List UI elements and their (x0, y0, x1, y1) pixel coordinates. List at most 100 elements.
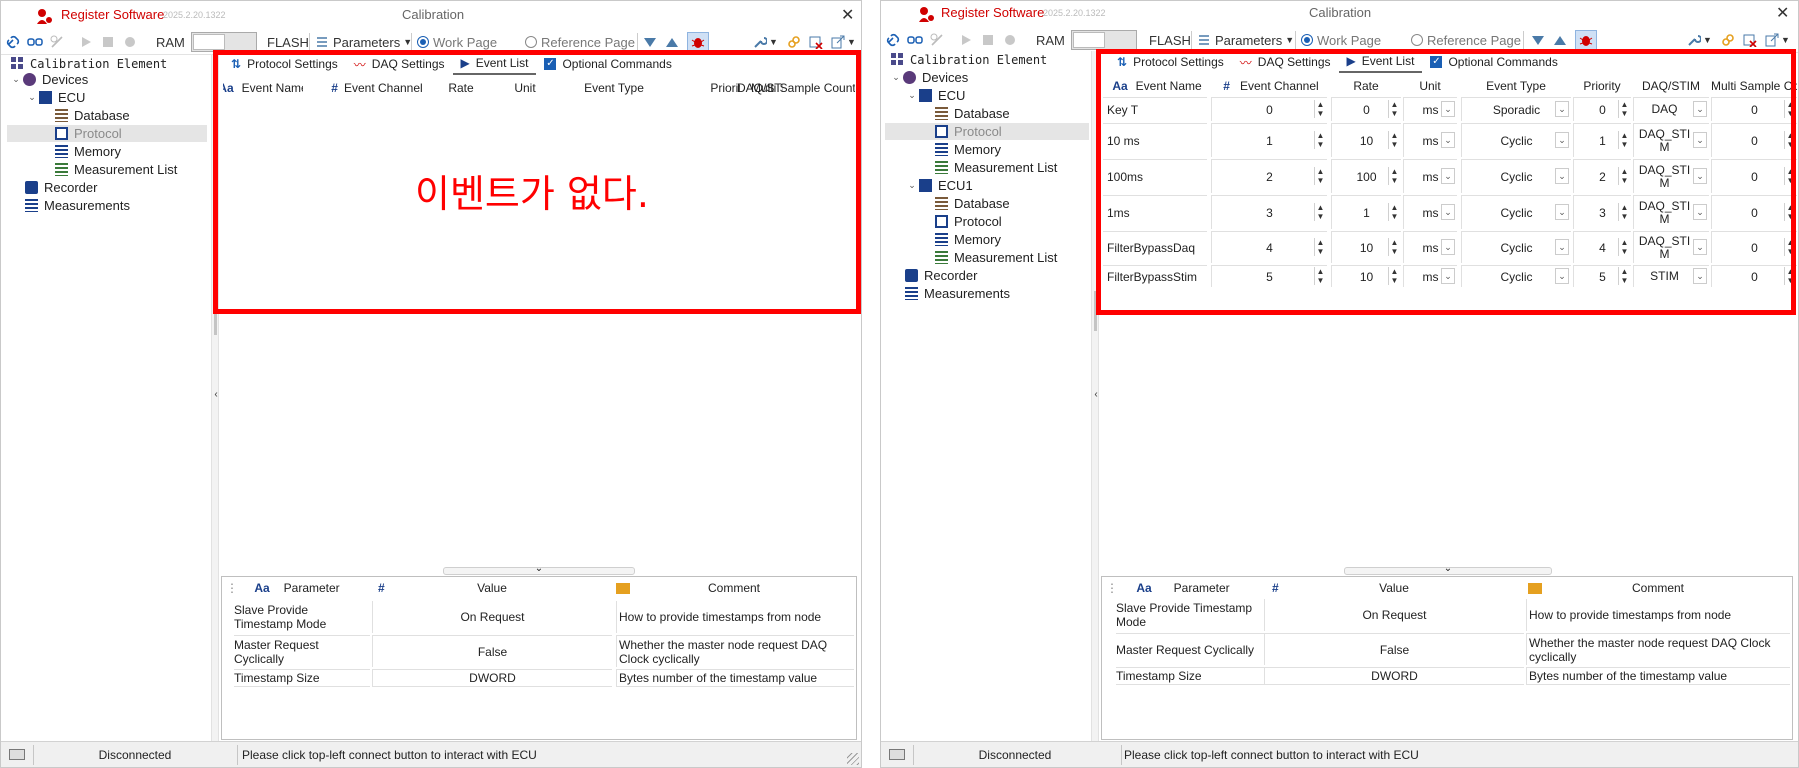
chevron-left-icon[interactable]: ‹ (212, 389, 220, 400)
dropdown-unit-icon[interactable]: ⌄ (1441, 204, 1455, 220)
tab-protocol-settings[interactable]: ⇅ Protocol Settings (223, 53, 346, 75)
panel-splitter[interactable]: ⌄ (1344, 563, 1552, 575)
resize-grip-icon[interactable] (847, 753, 859, 765)
dropdown-daq-stim-icon[interactable]: ⌄ (1693, 168, 1707, 184)
dropdown-unit-icon[interactable]: ⌄ (1441, 168, 1455, 184)
tree-item-devices[interactable]: ⌄ Devices (11, 71, 88, 88)
tree-item-recorder[interactable]: Recorder (25, 179, 97, 196)
col-header-priority[interactable]: Priority (1573, 75, 1631, 97)
panel-splitter[interactable]: ⌄ (443, 563, 635, 575)
col-header-multi-sample[interactable]: Multi Sample Count (751, 77, 855, 99)
param-value-cell[interactable]: DWORD (372, 669, 612, 687)
chevron-down-icon[interactable]: ⌄ (891, 72, 901, 83)
dropdown-daq-stim-icon[interactable]: ⌄ (1693, 132, 1707, 148)
tab-daq-settings[interactable]: 〰 DAQ Settings (346, 53, 453, 75)
tree-item-measurements[interactable]: Measurements (25, 197, 130, 214)
tree-item-database[interactable]: Database (55, 107, 130, 124)
spinner-priority-icon[interactable]: ▲ ▼ (1618, 100, 1630, 118)
chevron-down-icon[interactable]: ⌄ (907, 90, 917, 101)
spinner-rate-icon[interactable]: ▲ ▼ (1388, 267, 1400, 285)
spinner-rate-icon[interactable]: ▲ ▼ (1388, 238, 1400, 256)
parameters-menu[interactable]: Parameters ▼ (1197, 31, 1294, 49)
wrench-icon[interactable]: ▼ (1687, 31, 1712, 49)
event-channel-cell[interactable]: 4 (1211, 231, 1327, 263)
col-header-value[interactable]: # Value (1264, 577, 1524, 599)
ram-flash-toggle[interactable] (191, 32, 257, 52)
event-channel-cell[interactable]: 0 (1211, 97, 1327, 121)
tree-item-database[interactable]: Database (935, 105, 1010, 122)
wrench-icon[interactable]: ▼ (753, 33, 778, 51)
spinner-channel-icon[interactable]: ▲ ▼ (1314, 167, 1326, 185)
spinner-priority-icon[interactable]: ▲ ▼ (1618, 167, 1630, 185)
spinner-channel-icon[interactable]: ▲ ▼ (1314, 267, 1326, 285)
col-header-event-channel[interactable]: # Event Channel (327, 77, 427, 99)
link-icon[interactable] (907, 31, 923, 49)
tree-item-memory[interactable]: Memory (935, 141, 1001, 158)
tree-item-protocol[interactable]: Protocol (885, 123, 1089, 140)
record-icon[interactable] (123, 33, 137, 51)
spinner-rate-icon[interactable]: ▲ ▼ (1388, 167, 1400, 185)
spinner-rate-icon[interactable]: ▲ ▼ (1388, 203, 1400, 221)
tree-item-measurements[interactable]: Measurements (905, 285, 1010, 302)
col-header-unit[interactable]: Unit (495, 77, 555, 99)
arrow-up-icon[interactable] (665, 33, 679, 51)
tab-protocol-settings[interactable]: ⇅ Protocol Settings (1109, 51, 1232, 73)
param-value-cell[interactable]: False (372, 635, 612, 667)
tab-daq-settings[interactable]: 〰 DAQ Settings (1232, 51, 1339, 73)
chevron-down-icon[interactable]: ⌄ (444, 563, 634, 574)
record-icon[interactable] (1003, 31, 1017, 49)
tab-optional-commands[interactable]: ✓ Optional Commands (536, 53, 679, 75)
dropdown-daq-stim-icon[interactable]: ⌄ (1693, 204, 1707, 220)
debug-bug-icon[interactable] (687, 32, 709, 52)
tree-splitter[interactable]: ‹ (1091, 51, 1099, 741)
event-name-cell[interactable]: 100ms (1103, 159, 1207, 193)
tab-event-list[interactable]: ▶ Event List (452, 53, 537, 75)
col-header-comment[interactable]: Comment (612, 577, 856, 599)
work-page-radio[interactable]: Work Page (417, 33, 497, 51)
spinner-multi-icon[interactable]: ▲ ▼ (1784, 131, 1796, 149)
stop-icon[interactable] (101, 33, 115, 51)
dropdown-type-icon[interactable]: ⌄ (1555, 132, 1569, 148)
dropdown-type-icon[interactable]: ⌄ (1555, 101, 1569, 117)
event-name-cell[interactable]: FilterBypassDaq (1103, 231, 1207, 263)
event-name-cell[interactable]: 1ms (1103, 195, 1207, 229)
dropdown-unit-icon[interactable]: ⌄ (1441, 101, 1455, 117)
spinner-channel-icon[interactable]: ▲ ▼ (1314, 131, 1326, 149)
param-value-cell[interactable]: False (1264, 633, 1524, 665)
chain-icon[interactable] (1721, 31, 1735, 49)
close-icon[interactable]: ✕ (841, 5, 854, 25)
col-header-multi-sample[interactable]: Multi Sample Count (1711, 75, 1797, 97)
spinner-multi-icon[interactable]: ▲ ▼ (1784, 238, 1796, 256)
tree-item-ecu[interactable]: ⌄ ECU (907, 87, 965, 104)
dropdown-unit-icon[interactable]: ⌄ (1441, 132, 1455, 148)
spinner-priority-icon[interactable]: ▲ ▼ (1618, 131, 1630, 149)
param-value-cell[interactable]: DWORD (1264, 667, 1524, 685)
tree-item-measurement-list[interactable]: Measurement List (935, 249, 1057, 266)
tree-item-ecu[interactable]: ⌄ ECU (27, 89, 85, 106)
chevron-down-icon[interactable]: ⌄ (27, 92, 37, 103)
dropdown-type-icon[interactable]: ⌄ (1555, 268, 1569, 284)
tree-item-memory[interactable]: Memory (55, 143, 121, 160)
col-header-rate[interactable]: Rate (433, 77, 489, 99)
link-icon[interactable] (27, 33, 43, 51)
spinner-channel-icon[interactable]: ▲ ▼ (1314, 100, 1326, 118)
col-header-comment[interactable]: Comment (1524, 577, 1792, 599)
close-icon[interactable]: ✕ (1776, 3, 1789, 23)
tree-splitter[interactable]: ‹ (211, 55, 219, 741)
event-channel-cell[interactable]: 2 (1211, 159, 1327, 193)
col-header-rate[interactable]: Rate (1331, 75, 1401, 97)
spinner-multi-icon[interactable]: ▲ ▼ (1784, 267, 1796, 285)
spinner-multi-icon[interactable]: ▲ ▼ (1784, 100, 1796, 118)
dropdown-daq-stim-icon[interactable]: ⌄ (1693, 268, 1707, 284)
spinner-rate-icon[interactable]: ▲ ▼ (1388, 100, 1400, 118)
spinner-priority-icon[interactable]: ▲ ▼ (1618, 238, 1630, 256)
tab-event-list[interactable]: ▶ Event List (1338, 51, 1423, 73)
dropdown-daq-stim-icon[interactable]: ⌄ (1693, 239, 1707, 255)
ram-flash-toggle[interactable] (1071, 30, 1137, 50)
clear-icon[interactable] (1743, 31, 1757, 49)
disconnect-icon[interactable] (929, 31, 945, 49)
spinner-rate-icon[interactable]: ▲ ▼ (1388, 131, 1400, 149)
tree-item-ecu1[interactable]: ⌄ ECU1 (907, 177, 972, 194)
connect-icon[interactable] (885, 31, 901, 49)
chevron-down-icon[interactable]: ⌄ (11, 74, 21, 85)
